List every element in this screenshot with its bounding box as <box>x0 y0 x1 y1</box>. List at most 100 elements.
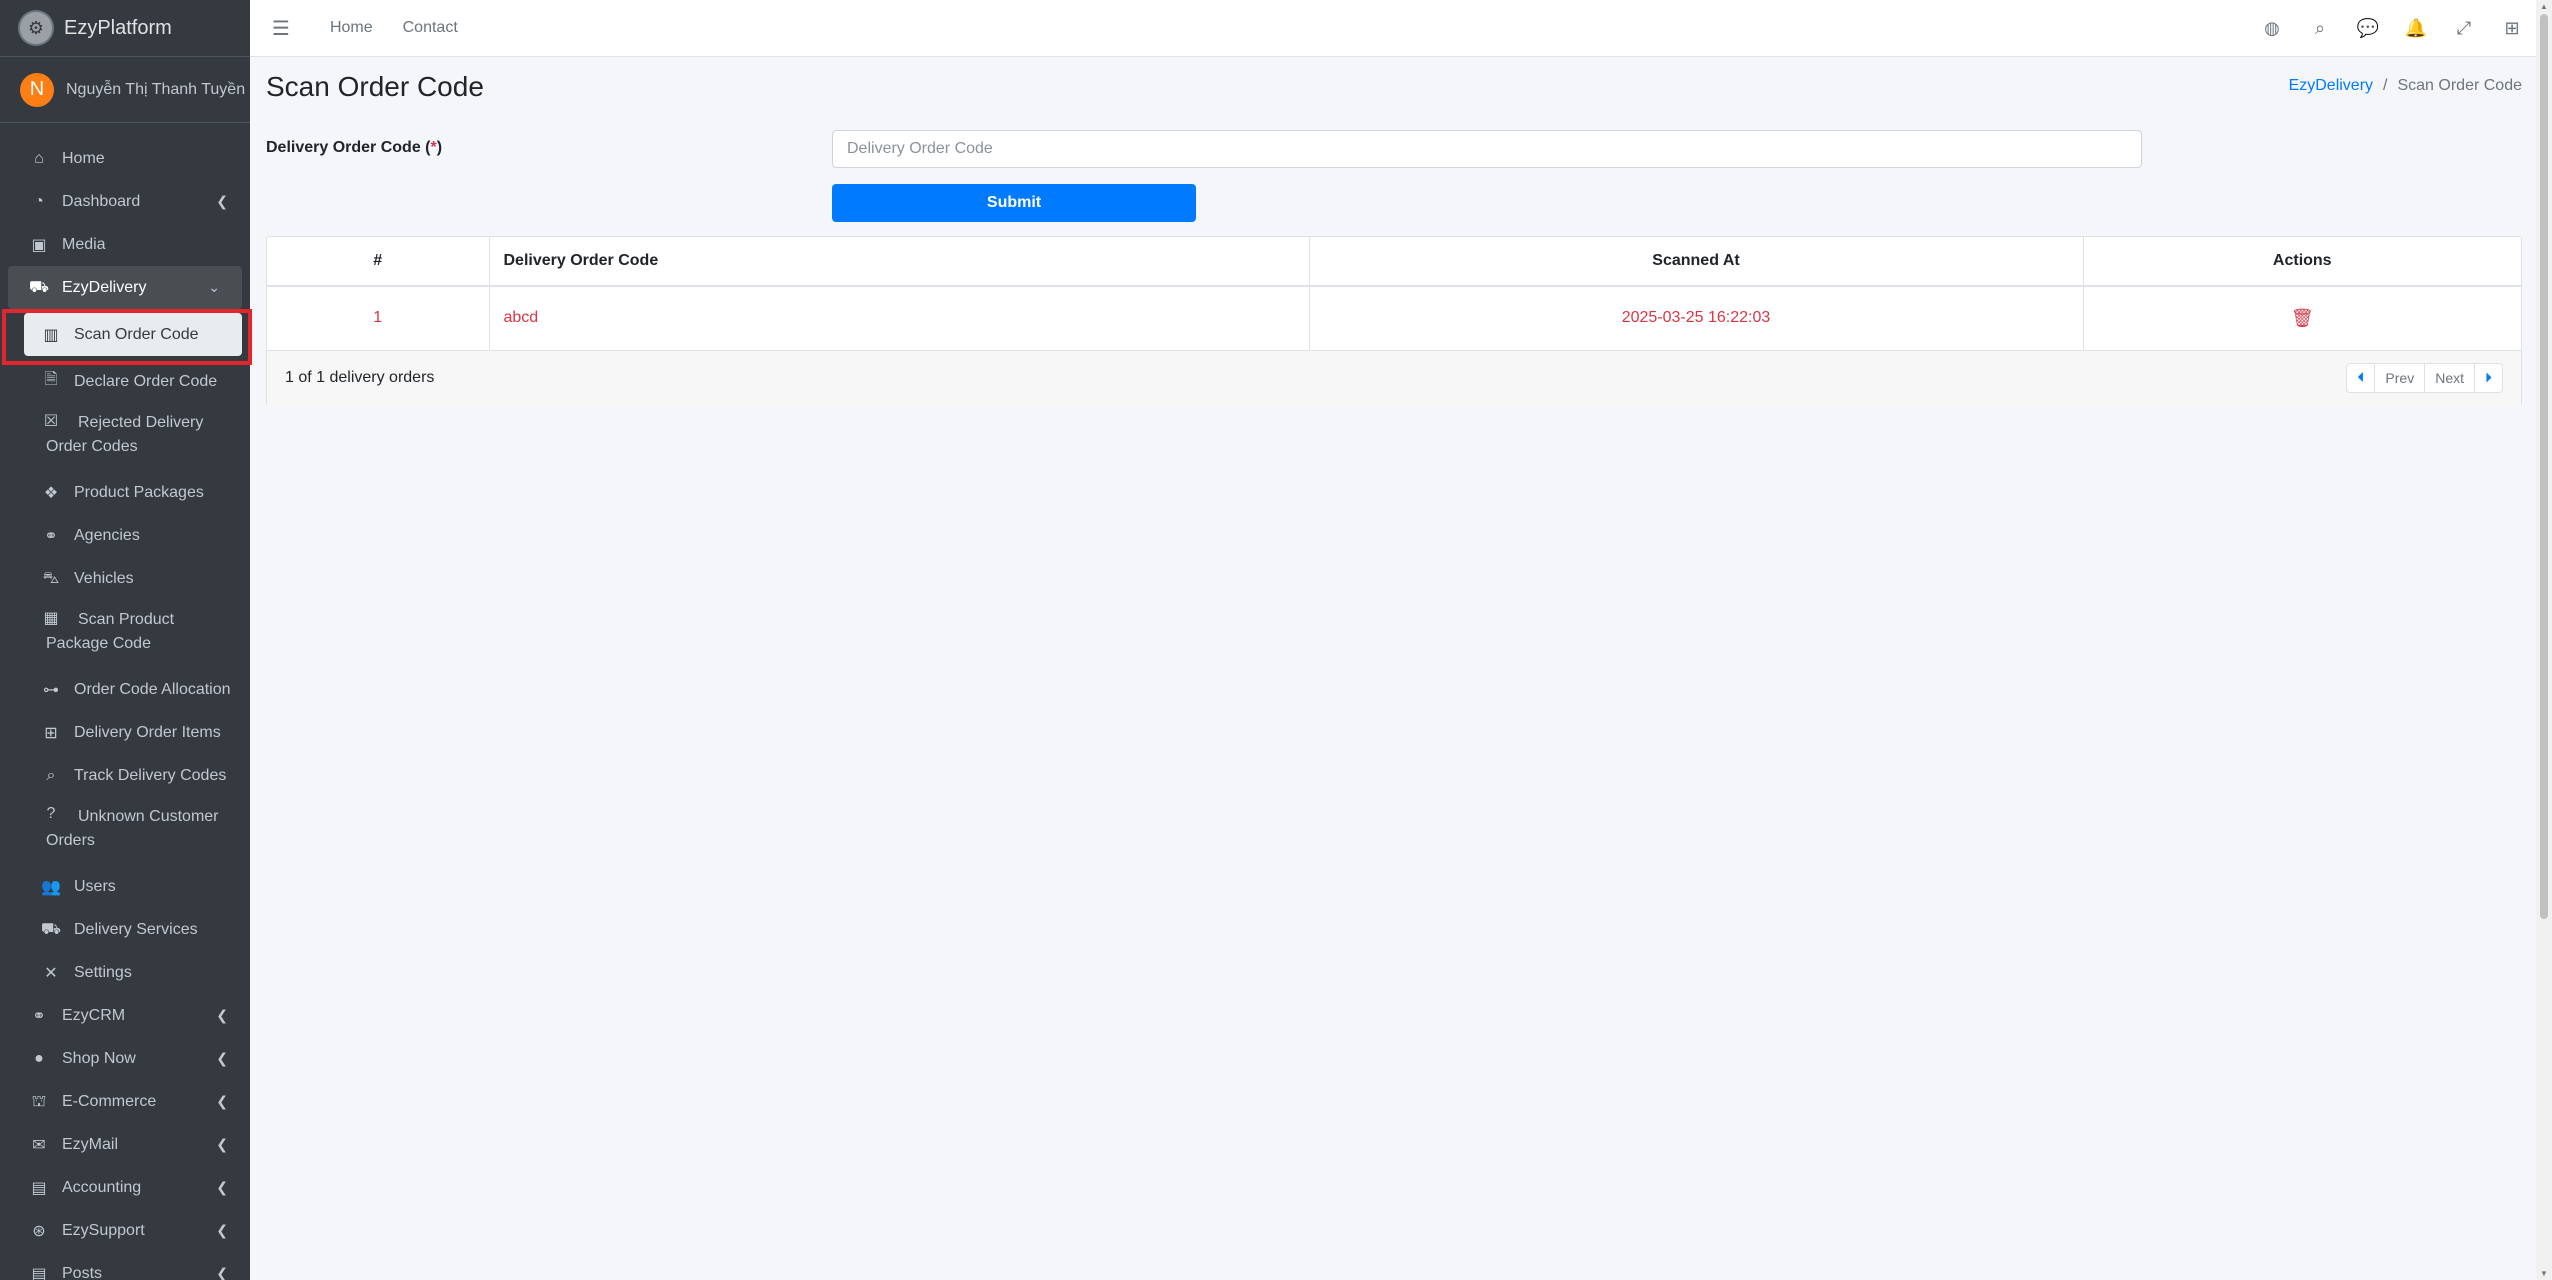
sidebar-item-label: Vehicles <box>74 569 134 587</box>
avatar: N <box>20 72 54 107</box>
sidebar-item-label: Delivery Services <box>74 920 198 938</box>
form-label-text: Delivery Order Code <box>266 139 421 156</box>
trash-icon[interactable]: 🗑 <box>2291 308 2314 328</box>
breadcrumb-ezydelivery[interactable]: EzyDelivery <box>2289 77 2373 94</box>
sidebar-item-unknown-customer-orders[interactable]: ? Unknown Customer Orders <box>0 797 250 865</box>
cell-number: 1 <box>267 286 490 351</box>
delivery-orders-table: # Delivery Order Code Scanned At Actions… <box>267 237 2521 351</box>
chevron-left-icon: ❮ <box>216 1050 228 1066</box>
sidebar-item-label: Declare Order Code <box>74 372 218 390</box>
sidebar-item-declare-order-code[interactable]: 🗎 Declare Order Code <box>0 360 250 403</box>
basket-icon: ⛫ <box>31 1092 47 1110</box>
sidebar-item-label: E-Commerce <box>62 1092 157 1110</box>
image-icon: ▣ <box>31 236 47 254</box>
top-link-home[interactable]: Home <box>330 19 373 37</box>
scroll-up-icon[interactable]: ▲ <box>2540 2 2548 11</box>
column-header-code: Delivery Order Code <box>489 237 1310 287</box>
dashboard-icon: ◔ <box>34 192 44 210</box>
last-page-icon[interactable]: ⏵ <box>2475 364 2502 392</box>
sidebar-item-label: Media <box>62 235 106 253</box>
search-icon[interactable]: ⌕ <box>2296 18 2344 39</box>
sidebar-item-shop-now[interactable]: ● Shop Now ❮ <box>0 1037 250 1080</box>
sidebar-item-product-packages[interactable]: ❖ Product Packages <box>0 471 250 514</box>
sidebar-item-label: Order Code Allocation <box>74 680 231 698</box>
sidebar-item-ezycrm[interactable]: ⚭ EzyCRM ❮ <box>0 994 250 1037</box>
menu-toggle-icon[interactable]: ☰ <box>272 16 290 41</box>
sidebar-item-scan-order-code[interactable]: ▥ Scan Order Code <box>24 313 242 356</box>
calculator-icon: ▤ <box>31 1179 47 1197</box>
lifering-icon: ⊛ <box>32 1222 46 1240</box>
sidebar-item-label: Settings <box>74 963 132 981</box>
users-icon: 👥 <box>41 878 61 896</box>
column-header-number: # <box>267 237 490 287</box>
sidebar-item-posts[interactable]: ▤ Posts ❮ <box>0 1252 250 1280</box>
sidebar-item-e-commerce[interactable]: ⛫ E-Commerce ❮ <box>0 1080 250 1123</box>
sidebar-item-track-delivery-codes[interactable]: ⌕ Track Delivery Codes <box>0 754 250 797</box>
delivery-order-code-input[interactable] <box>832 130 2142 168</box>
first-page-icon[interactable]: ⏴ <box>2347 363 2376 392</box>
sidebar-item-settings[interactable]: ✕ Settings <box>0 951 250 994</box>
handshake-icon: ⚭ <box>44 527 58 545</box>
sidebar-item-media[interactable]: ▣ Media <box>0 223 250 266</box>
sidebar-item-label: Agencies <box>74 526 140 544</box>
sidebar-item-scan-product-package-code[interactable]: ▦ Scan Product Package Code <box>0 600 250 668</box>
sidebar-item-ezydelivery[interactable]: ⛟ EzyDelivery ⌄ <box>8 266 242 309</box>
sidebar-item-ezysupport[interactable]: ⊛ EzySupport ❮ <box>0 1209 250 1252</box>
sidebar-item-label: Shop Now <box>62 1049 136 1067</box>
sidebar-item-label: Posts <box>62 1264 103 1280</box>
scroll-down-icon[interactable]: ▼ <box>2540 1269 2548 1278</box>
top-link-contact[interactable]: Contact <box>403 19 458 37</box>
scrollbar-thumb[interactable] <box>2540 14 2548 919</box>
chevron-left-icon: ❮ <box>216 1179 228 1195</box>
sidebar-item-delivery-order-items[interactable]: ⊞ Delivery Order Items <box>0 711 250 754</box>
sidebar-item-home[interactable]: ⌂ Home <box>0 137 250 180</box>
page-title: Scan Order Code <box>266 71 484 102</box>
table-summary: 1 of 1 delivery orders <box>285 369 435 386</box>
sidebar-item-accounting[interactable]: ▤ Accounting ❮ <box>0 1166 250 1209</box>
user-panel[interactable]: N Nguyễn Thị Thanh Tuyền <box>0 57 250 123</box>
next-button[interactable]: Next <box>2425 363 2475 392</box>
comments-icon[interactable]: 💬 <box>2344 18 2392 39</box>
newspaper-icon: ▤ <box>31 1265 47 1280</box>
delivery-order-code-label: Delivery Order Code (*) <box>266 139 443 156</box>
sidebar: ⚙ EzyPlatform N Nguyễn Thị Thanh Tuyền ⌂… <box>0 0 250 1280</box>
sidebar-item-order-code-allocation[interactable]: ⊶ Order Code Allocation <box>0 668 250 711</box>
sidebar-item-label: Accounting <box>62 1178 142 1196</box>
user-name[interactable]: Nguyễn Thị Thanh Tuyền <box>66 81 245 99</box>
envelope-icon: ✉ <box>32 1136 46 1154</box>
bell-icon[interactable]: 🔔 <box>2392 18 2440 39</box>
sidebar-item-users[interactable]: 👥 Users <box>0 865 250 908</box>
sidebar-item-ezymail[interactable]: ✉ EzyMail ❮ <box>0 1123 250 1166</box>
breadcrumb-current: Scan Order Code <box>2397 77 2522 94</box>
sidebar-item-rejected-delivery-order-codes[interactable]: ☒ Rejected Delivery Order Codes <box>0 403 250 471</box>
breadcrumb-separator: / <box>2383 77 2388 94</box>
expand-icon[interactable]: ⤢ <box>2440 18 2488 39</box>
column-header-scanned-at: Scanned At <box>1309 237 2084 287</box>
sidebar-item-label: EzyDelivery <box>62 278 147 296</box>
page-scrollbar[interactable]: ▲ ▼ <box>2536 0 2552 1280</box>
submit-button[interactable]: Submit <box>832 184 1196 222</box>
delivery-orders-card: # Delivery Order Code Scanned At Actions… <box>266 236 2522 406</box>
table-footer: 1 of 1 delivery orders ⏴ Prev Next ⏵ <box>267 350 2521 406</box>
table-header-row: # Delivery Order Code Scanned At Actions <box>267 237 2521 287</box>
sidebar-item-label: EzyCRM <box>62 1006 126 1024</box>
table-row: 1 abcd 2025-03-25 16:22:03 🗑 <box>267 286 2521 351</box>
truck-icon: ⛟ <box>40 920 62 938</box>
truck-icon: ⛟ <box>28 278 50 296</box>
sidebar-item-dashboard[interactable]: ◔ Dashboard ❮ <box>0 180 250 223</box>
chevron-left-icon: ❮ <box>216 1222 228 1238</box>
sidebar-item-label: Users <box>74 877 116 895</box>
pagination: ⏴ Prev Next ⏵ <box>2346 362 2503 393</box>
circle-icon: ● <box>34 1049 44 1067</box>
globe-icon[interactable]: ◍ <box>2248 18 2296 39</box>
apps-icon[interactable]: ⊞ <box>2488 18 2536 39</box>
sidebar-item-vehicles[interactable]: ⛍ Vehicles <box>0 557 250 600</box>
sidebar-item-delivery-services[interactable]: ⛟ Delivery Services <box>0 908 250 951</box>
brand[interactable]: ⚙ EzyPlatform <box>0 0 250 57</box>
sidebar-nav: ⌂ Home ◔ Dashboard ❮ ▣ Media ⛟ EzyDelive… <box>0 123 250 1280</box>
boxes-icon: ❖ <box>43 484 59 502</box>
prev-button[interactable]: Prev <box>2375 363 2426 392</box>
grid-icon: ⊞ <box>44 724 58 742</box>
sidebar-item-agencies[interactable]: ⚭ Agencies <box>0 514 250 557</box>
cell-scanned-at: 2025-03-25 16:22:03 <box>1309 286 2084 351</box>
